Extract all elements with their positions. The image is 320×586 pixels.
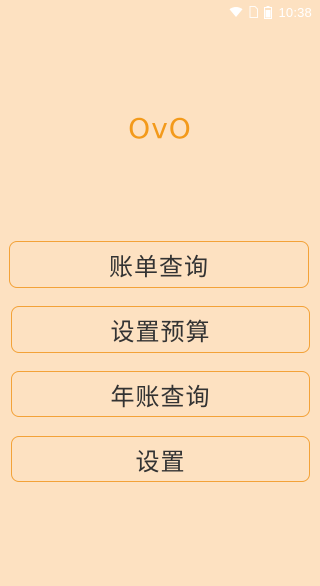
set-budget-button[interactable]: 设置预算 — [11, 306, 310, 353]
annual-bill-query-button[interactable]: 年账查询 — [11, 371, 310, 417]
status-icons: 10:38 — [229, 2, 312, 22]
status-bar: 10:38 — [0, 0, 320, 24]
wifi-icon — [229, 6, 243, 18]
battery-icon — [264, 5, 273, 19]
settings-button[interactable]: 设置 — [11, 436, 310, 482]
status-time: 10:38 — [278, 4, 312, 20]
bill-query-button[interactable]: 账单查询 — [9, 241, 309, 288]
sim-icon — [249, 6, 259, 18]
app-logo-text: OvO — [128, 112, 192, 145]
